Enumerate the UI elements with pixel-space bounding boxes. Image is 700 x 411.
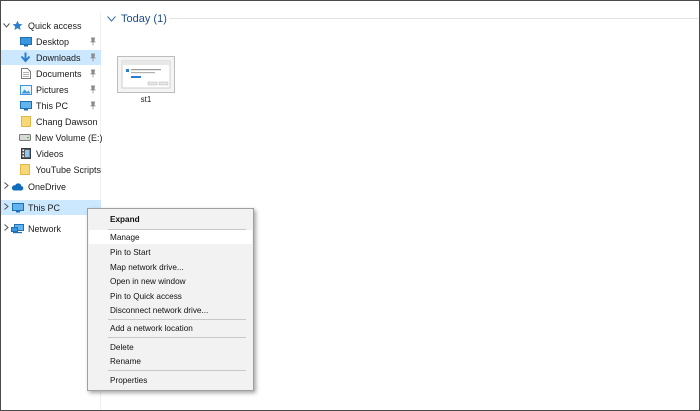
chevron-right-icon[interactable] <box>1 182 11 191</box>
nav-label: Downloads <box>36 52 81 63</box>
folder-icon <box>19 116 32 127</box>
nav-label: This PC <box>28 202 61 213</box>
nav-label: Videos <box>36 148 64 159</box>
nav-item-new-volume[interactable]: New Volume (E:) <box>1 130 103 145</box>
nav-label: Chang Dawson <box>36 116 98 127</box>
chevron-down-icon[interactable] <box>1 21 11 30</box>
nav-label: Quick access <box>28 20 82 31</box>
file-thumbnail <box>117 56 175 93</box>
chevron-down-icon[interactable] <box>107 14 116 24</box>
pin-icon[interactable] <box>89 69 97 78</box>
menu-item-pin-to-start[interactable]: Pin to Start <box>89 245 252 259</box>
menu-item-expand[interactable]: Expand <box>89 212 252 226</box>
navigation-pane[interactable]: Quick access Desktop Downloads Documents… <box>1 12 103 410</box>
pictures-icon <box>19 84 32 95</box>
nav-item-downloads[interactable]: Downloads <box>1 50 101 65</box>
menu-item-pin-to-quick-access[interactable]: Pin to Quick access <box>89 289 252 303</box>
file-explorer-window: Quick access Desktop Downloads Documents… <box>0 0 700 411</box>
nav-label: Desktop <box>36 36 70 47</box>
nav-item-chang-dawson[interactable]: Chang Dawson <box>1 114 101 129</box>
videos-icon <box>19 148 32 159</box>
nav-item-videos[interactable]: Videos <box>1 146 101 161</box>
pin-icon[interactable] <box>89 53 97 62</box>
nav-item-desktop[interactable]: Desktop <box>1 34 101 49</box>
nav-item-this-pc-pinned[interactable]: This PC <box>1 98 101 113</box>
nav-item-youtube-scripts[interactable]: YouTube Scripts <box>1 162 101 177</box>
pin-icon[interactable] <box>89 101 97 110</box>
group-header[interactable]: Today (1) <box>107 12 167 26</box>
folder-icon <box>19 164 32 175</box>
menu-item-disconnect-network-drive[interactable]: Disconnect network drive... <box>89 303 252 317</box>
network-icon <box>11 223 24 234</box>
nav-label: YouTube Scripts <box>35 164 101 175</box>
chevron-right-icon[interactable] <box>1 224 11 233</box>
context-menu: Expand Manage Pin to Start Map network d… <box>87 208 254 391</box>
menu-item-add-network-location[interactable]: Add a network location <box>89 321 252 335</box>
group-header-label: Today (1) <box>121 13 167 25</box>
nav-this-pc[interactable]: This PC <box>1 200 101 215</box>
menu-separator <box>108 319 246 320</box>
nav-item-documents[interactable]: Documents <box>1 66 101 81</box>
downloads-icon <box>19 52 32 63</box>
nav-label: Network <box>28 223 62 234</box>
file-item[interactable]: st1 <box>115 56 177 104</box>
nav-label: This PC <box>36 100 69 111</box>
file-name: st1 <box>140 95 152 104</box>
nav-network[interactable]: Network <box>1 221 101 236</box>
nav-item-pictures[interactable]: Pictures <box>1 82 101 97</box>
documents-icon <box>19 68 32 79</box>
star-icon <box>11 20 24 31</box>
nav-label: Pictures <box>36 84 69 95</box>
this-pc-icon <box>19 100 32 111</box>
pin-icon[interactable] <box>89 85 97 94</box>
nav-label: Documents <box>36 68 82 79</box>
menu-item-map-network-drive[interactable]: Map network drive... <box>89 260 252 274</box>
group-divider <box>169 18 698 19</box>
menu-separator <box>108 337 246 338</box>
pin-icon[interactable] <box>89 37 97 46</box>
desktop-icon <box>19 36 32 47</box>
drive-icon <box>19 132 31 143</box>
cloud-icon <box>11 181 24 192</box>
menu-item-properties[interactable]: Properties <box>89 373 252 387</box>
nav-onedrive[interactable]: OneDrive <box>1 179 101 194</box>
nav-label: New Volume (E:) <box>35 132 103 143</box>
nav-quick-access[interactable]: Quick access <box>1 18 101 33</box>
menu-item-delete[interactable]: Delete <box>89 340 252 354</box>
nav-label: OneDrive <box>28 181 67 192</box>
this-pc-icon <box>11 202 24 213</box>
menu-item-manage[interactable]: Manage <box>89 230 252 244</box>
menu-separator <box>108 370 246 371</box>
menu-item-rename[interactable]: Rename <box>89 354 252 368</box>
chevron-right-icon[interactable] <box>1 203 11 212</box>
menu-item-open-in-new-window[interactable]: Open in new window <box>89 274 252 288</box>
